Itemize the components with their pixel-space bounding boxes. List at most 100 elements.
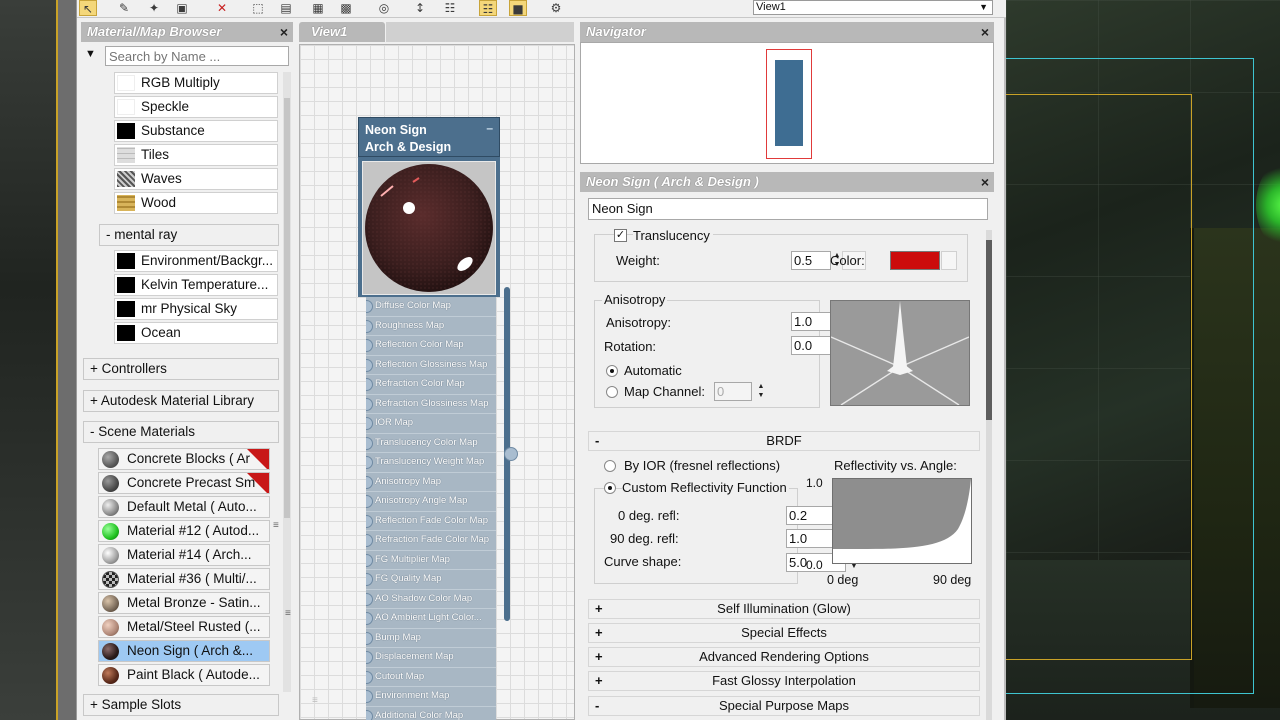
scene-material-item[interactable]: Concrete Blocks ( Ar <box>98 448 270 470</box>
slot-socket-icon[interactable] <box>366 475 373 489</box>
custom-reflectivity-radio[interactable] <box>604 482 616 494</box>
scrollbar-thumb[interactable] <box>986 240 992 420</box>
slot-socket-icon[interactable] <box>366 690 373 703</box>
view-select[interactable]: View1 ▼ <box>753 0 993 15</box>
slot-socket-icon[interactable] <box>366 339 373 352</box>
node-slot[interactable]: Refraction Fade Color Map <box>366 531 496 551</box>
browser-scrollbar[interactable] <box>283 72 291 692</box>
node-slot[interactable]: Translucency Color Map <box>366 433 496 453</box>
navigator-title-bar[interactable]: Navigator × <box>580 22 994 42</box>
list-item[interactable]: Ocean <box>114 322 278 344</box>
close-icon[interactable]: × <box>280 22 288 42</box>
rotation-input[interactable]: 0.0 <box>791 336 831 355</box>
rollout-special-purpose-maps[interactable]: - Special Purpose Maps <box>588 696 980 716</box>
node-output-socket[interactable] <box>504 447 518 461</box>
scene-material-item[interactable]: Metal/Steel Rusted (... <box>98 616 270 638</box>
node-slot[interactable]: Anisotropy Map <box>366 472 496 492</box>
rollout-brdf[interactable]: - BRDF <box>588 431 980 451</box>
scrollbar-thumb[interactable] <box>284 98 290 518</box>
slot-socket-icon[interactable] <box>366 300 373 313</box>
delete-icon[interactable]: ✕ <box>213 0 231 16</box>
scene-material-item[interactable]: Concrete Precast Sm <box>98 472 270 494</box>
right-viewport[interactable] <box>1006 0 1280 720</box>
close-icon[interactable]: × <box>981 22 989 42</box>
slot-socket-icon[interactable] <box>366 436 373 450</box>
slot-socket-icon[interactable] <box>366 397 373 411</box>
params-title-bar[interactable]: Neon Sign ( Arch & Design ) × <box>580 172 994 192</box>
layout-all-icon[interactable]: ↕ <box>411 0 429 16</box>
list-item[interactable]: Environment/Backgr... <box>114 250 278 272</box>
node-slot[interactable]: Bump Map <box>366 628 496 648</box>
list-item[interactable]: Wood <box>114 192 278 214</box>
navigator-canvas[interactable] <box>580 42 994 164</box>
tab-view1[interactable]: View1 <box>299 22 385 42</box>
scene-material-item[interactable]: Paint Black ( Autode... <box>98 664 270 686</box>
spin-down-icon[interactable]: ▼ <box>756 391 766 400</box>
scene-material-item[interactable]: Material #36 ( Multi/... <box>98 568 270 590</box>
slot-socket-icon[interactable] <box>366 612 373 625</box>
slot-socket-icon[interactable] <box>366 592 373 606</box>
eyedropper-icon[interactable]: ✎ <box>115 0 133 16</box>
list-item[interactable]: Waves <box>114 168 278 190</box>
node-slot[interactable]: IOR Map <box>366 414 496 434</box>
options-icon[interactable]: ⚙ <box>547 0 565 16</box>
slot-socket-icon[interactable] <box>366 358 373 372</box>
slot-socket-icon[interactable] <box>366 709 373 720</box>
node-slot[interactable]: Reflection Fade Color Map <box>366 511 496 531</box>
params-scrollbar[interactable] <box>986 230 992 720</box>
rollout-fast-glossy[interactable]: + Fast Glossy Interpolation <box>588 671 980 691</box>
slot-socket-icon[interactable] <box>366 553 373 567</box>
hide-unused-icon[interactable]: ☷ <box>479 0 497 16</box>
navigator-view-frame[interactable] <box>766 49 812 159</box>
material-name-field[interactable]: Neon Sign <box>588 198 988 220</box>
translucency-checkbox[interactable]: ✓ <box>614 229 627 242</box>
scene-material-item[interactable]: Default Metal ( Auto... <box>98 496 270 518</box>
list-item[interactable]: Tiles <box>114 144 278 166</box>
node-slot[interactable]: Environment Map <box>366 687 496 707</box>
anisotropy-input[interactable]: 1.0 <box>791 312 831 331</box>
minimize-icon[interactable]: – <box>486 120 493 137</box>
move-children-icon[interactable]: ▤ <box>277 0 295 16</box>
list-item[interactable]: Substance <box>114 120 278 142</box>
assign-material-icon[interactable]: ▣ <box>173 0 191 16</box>
search-input[interactable] <box>105 46 289 66</box>
node-slot[interactable]: Reflection Color Map <box>366 336 496 356</box>
group-mental-ray[interactable]: - mental ray <box>99 224 279 246</box>
slot-socket-icon[interactable] <box>366 514 373 528</box>
node-slot[interactable]: Refraction Color Map <box>366 375 496 395</box>
node-slot[interactable]: Roughness Map <box>366 316 496 336</box>
group-controllers[interactable]: + Controllers <box>83 358 279 380</box>
material-preview[interactable] <box>362 161 496 295</box>
translucency-color-map-button[interactable] <box>941 251 957 270</box>
list-item[interactable]: RGB Multiply <box>114 72 278 94</box>
slot-socket-icon[interactable] <box>366 378 373 391</box>
select-arrow-icon[interactable]: ↖ <box>79 0 97 16</box>
show-map-icon[interactable]: ▦ <box>309 0 327 16</box>
group-autodesk-material-library[interactable]: + Autodesk Material Library <box>83 390 279 412</box>
slot-socket-icon[interactable] <box>366 319 373 333</box>
active-material-icon[interactable]: ■ <box>509 0 527 16</box>
rollout-advanced-rendering[interactable]: + Advanced Rendering Options <box>588 647 980 667</box>
material-node[interactable]: Neon Sign Arch & Design – Diffuse Color … <box>358 117 500 720</box>
weight-input[interactable]: 0.5 <box>791 251 831 270</box>
group-scene-materials[interactable]: - Scene Materials <box>83 421 279 443</box>
node-header[interactable]: Neon Sign Arch & Design – <box>358 117 500 157</box>
slot-socket-icon[interactable] <box>366 651 373 664</box>
list-item[interactable]: mr Physical Sky <box>114 298 278 320</box>
scene-material-item-selected[interactable]: Neon Sign ( Arch &... <box>98 640 270 662</box>
browser-title-bar[interactable]: Material/Map Browser × <box>81 22 293 42</box>
slot-socket-icon[interactable] <box>366 456 373 469</box>
slot-socket-icon[interactable] <box>366 670 373 684</box>
layout-icon[interactable]: ⬚ <box>249 0 267 16</box>
show-end-result-icon[interactable]: ◎ <box>375 0 393 16</box>
slot-socket-icon[interactable] <box>366 534 373 547</box>
automatic-radio[interactable] <box>606 365 618 377</box>
node-slot[interactable]: Anisotropy Angle Map <box>366 492 496 512</box>
map-channel-input[interactable]: 0 <box>714 382 752 401</box>
node-slot[interactable]: Displacement Map <box>366 648 496 668</box>
node-slot[interactable]: Refraction Glossiness Map <box>366 394 496 414</box>
list-item[interactable]: Speckle <box>114 96 278 118</box>
background-icon[interactable]: ▩ <box>337 0 355 16</box>
close-icon[interactable]: × <box>981 172 989 192</box>
search-options-icon[interactable]: ▼ <box>85 48 96 60</box>
